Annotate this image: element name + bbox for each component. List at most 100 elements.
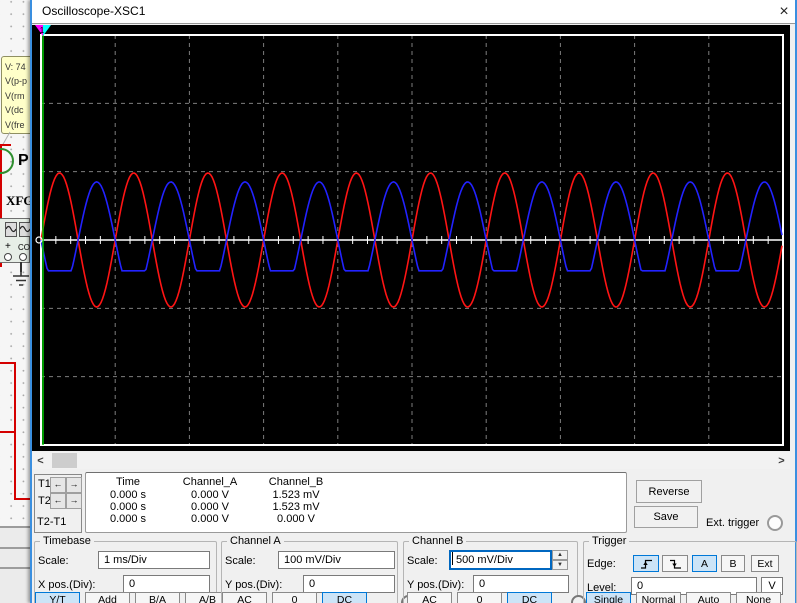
trigger-edge-label: Edge: bbox=[587, 558, 616, 570]
channel-a-ypos-label: Y pos.(Div): bbox=[225, 579, 283, 591]
t2t1-channel-b: 0.000 V bbox=[277, 513, 315, 525]
trigger-auto-button[interactable]: Auto bbox=[686, 592, 731, 603]
channel-a-ac-button[interactable]: AC bbox=[222, 592, 267, 603]
function-generator-instrument: + CO bbox=[0, 218, 30, 263]
scroll-right-icon[interactable]: > bbox=[773, 452, 790, 469]
title-bar[interactable]: Oscilloscope-XSC1 × bbox=[32, 0, 795, 24]
timebase-xpos-label: X pos.(Div): bbox=[38, 579, 96, 591]
plus-terminal-label: + bbox=[5, 241, 11, 252]
t2-right-arrow-button[interactable]: → bbox=[66, 493, 82, 509]
t2-left-arrow-button[interactable]: ← bbox=[50, 493, 66, 509]
com-terminal-label: CO bbox=[18, 243, 30, 252]
t2t1-time: 0.000 s bbox=[109, 513, 147, 525]
background-panel bbox=[0, 526, 30, 603]
window-title: Oscilloscope-XSC1 bbox=[42, 4, 146, 18]
t2-time: 0.000 s bbox=[109, 501, 147, 513]
horizontal-scrollbar[interactable]: < > bbox=[32, 452, 790, 469]
trigger-none-button[interactable]: None bbox=[736, 592, 781, 603]
sine-wave-icon bbox=[5, 222, 17, 237]
terminal-dot bbox=[4, 253, 12, 261]
close-icon[interactable]: × bbox=[773, 2, 795, 22]
channel-b-zero-button[interactable]: 0 bbox=[457, 592, 502, 603]
timebase-yt-button[interactable]: Y/T bbox=[35, 592, 80, 603]
ground-icon bbox=[13, 267, 29, 286]
col-header-time: Time bbox=[115, 476, 141, 488]
ext-trigger-terminal[interactable] bbox=[767, 515, 783, 531]
probe-tooltip-line: V(dc bbox=[5, 105, 24, 116]
timebase-scale-label: Scale: bbox=[38, 555, 69, 567]
probe-label: P bbox=[18, 152, 29, 169]
t1-right-arrow-button[interactable]: → bbox=[66, 477, 82, 493]
probe-tooltip: V: 74 V(p-p V(rm V(dc V(fre bbox=[1, 56, 30, 134]
spinner-down-icon[interactable]: ▼ bbox=[552, 560, 568, 570]
timebase-title: Timebase bbox=[40, 535, 94, 547]
trigger-title: Trigger bbox=[589, 535, 630, 547]
table-row: 0.000 s 0.000 V 1.523 mV bbox=[88, 489, 608, 501]
channel-b-title: Channel B bbox=[409, 535, 467, 547]
measurement-table: Time Channel_A Channel_B 0.000 s 0.000 V… bbox=[85, 472, 627, 533]
ext-trigger-label: Ext. trigger bbox=[706, 517, 760, 529]
reverse-button[interactable]: Reverse bbox=[636, 480, 702, 503]
scope-graticule: 1 bbox=[35, 25, 784, 446]
wire bbox=[0, 431, 15, 433]
col-header-channel-b: Channel_B bbox=[268, 476, 324, 488]
sine-wave-icon bbox=[19, 222, 30, 237]
schematic-canvas: V: 74 V(p-p V(rm V(dc V(fre P XFG + CO bbox=[0, 0, 30, 603]
probe-tooltip-line: V(fre bbox=[5, 119, 25, 130]
timebase-scale-input[interactable] bbox=[98, 551, 210, 569]
t1-channel-a: 0.000 V bbox=[191, 489, 229, 501]
channel-b-ac-button[interactable]: AC bbox=[407, 592, 452, 603]
table-row: 0.000 s 0.000 V 1.523 mV bbox=[88, 501, 608, 513]
trigger-ext-button[interactable]: Ext bbox=[751, 555, 779, 572]
t1-label: T1 bbox=[38, 478, 51, 490]
t2-label: T2 bbox=[38, 495, 51, 507]
rising-edge-icon bbox=[640, 559, 652, 569]
panel-edge bbox=[0, 526, 30, 528]
scroll-left-icon[interactable]: < bbox=[32, 452, 49, 469]
channel-a-ypos-input[interactable] bbox=[303, 575, 395, 593]
terminal-dot bbox=[19, 253, 27, 261]
channel-b-scale-input[interactable] bbox=[449, 550, 552, 570]
channel-b-scale-label: Scale: bbox=[407, 555, 438, 567]
t2-t1-label: T2-T1 bbox=[37, 516, 67, 528]
cursor-number: 1 bbox=[40, 26, 45, 35]
timebase-add-button[interactable]: Add bbox=[85, 592, 130, 603]
channel-a-scale-label: Scale: bbox=[225, 555, 256, 567]
timebase-ba-button[interactable]: B/A bbox=[135, 592, 180, 603]
probe-tooltip-line: V(rm bbox=[5, 90, 25, 101]
text-caret bbox=[452, 552, 453, 565]
falling-edge-button[interactable] bbox=[662, 555, 688, 572]
trigger-a-button[interactable]: A bbox=[692, 555, 717, 572]
channel-b-ypos-label: Y pos.(Div): bbox=[407, 579, 465, 591]
channel-a-zero-button[interactable]: 0 bbox=[272, 592, 317, 603]
t1-left-arrow-button[interactable]: ← bbox=[50, 477, 66, 493]
scrollbar-thumb[interactable] bbox=[52, 453, 77, 468]
channel-b-ypos-input[interactable] bbox=[473, 575, 569, 593]
channel-a-dc-button[interactable]: DC bbox=[322, 592, 367, 603]
rising-edge-button[interactable] bbox=[633, 555, 659, 572]
col-header-channel-a: Channel_A bbox=[182, 476, 238, 488]
trigger-single-button[interactable]: Single bbox=[586, 592, 631, 603]
timebase-xpos-input[interactable] bbox=[123, 575, 210, 593]
channel-b-dc-button[interactable]: DC bbox=[507, 592, 552, 603]
t1-channel-b: 1.523 mV bbox=[272, 489, 320, 501]
channel-a-title: Channel A bbox=[227, 535, 284, 547]
trigger-normal-button[interactable]: Normal bbox=[636, 592, 681, 603]
scope-display[interactable]: 1 bbox=[32, 25, 790, 451]
t2-channel-a: 0.000 V bbox=[191, 501, 229, 513]
panel-edge bbox=[0, 567, 30, 569]
save-button[interactable]: Save bbox=[634, 506, 698, 528]
t1-time: 0.000 s bbox=[109, 489, 147, 501]
table-row: 0.000 s 0.000 V 0.000 V bbox=[88, 513, 608, 525]
panel-edge bbox=[0, 547, 30, 549]
oscilloscope-window: Oscilloscope-XSC1 × 1 < > T1 ← → T2 ← → … bbox=[30, 0, 797, 603]
trigger-b-button[interactable]: B bbox=[721, 555, 745, 572]
probe-tooltip-line: V: 74 bbox=[5, 62, 26, 72]
function-generator-label: XFG bbox=[6, 193, 30, 208]
t2t1-channel-a: 0.000 V bbox=[191, 513, 229, 525]
t2-channel-b: 1.523 mV bbox=[272, 501, 320, 513]
falling-edge-icon bbox=[669, 559, 681, 569]
channel-a-scale-input[interactable] bbox=[278, 551, 395, 569]
probe-icon bbox=[0, 148, 14, 174]
spinner-up-icon[interactable]: ▲ bbox=[552, 550, 568, 560]
